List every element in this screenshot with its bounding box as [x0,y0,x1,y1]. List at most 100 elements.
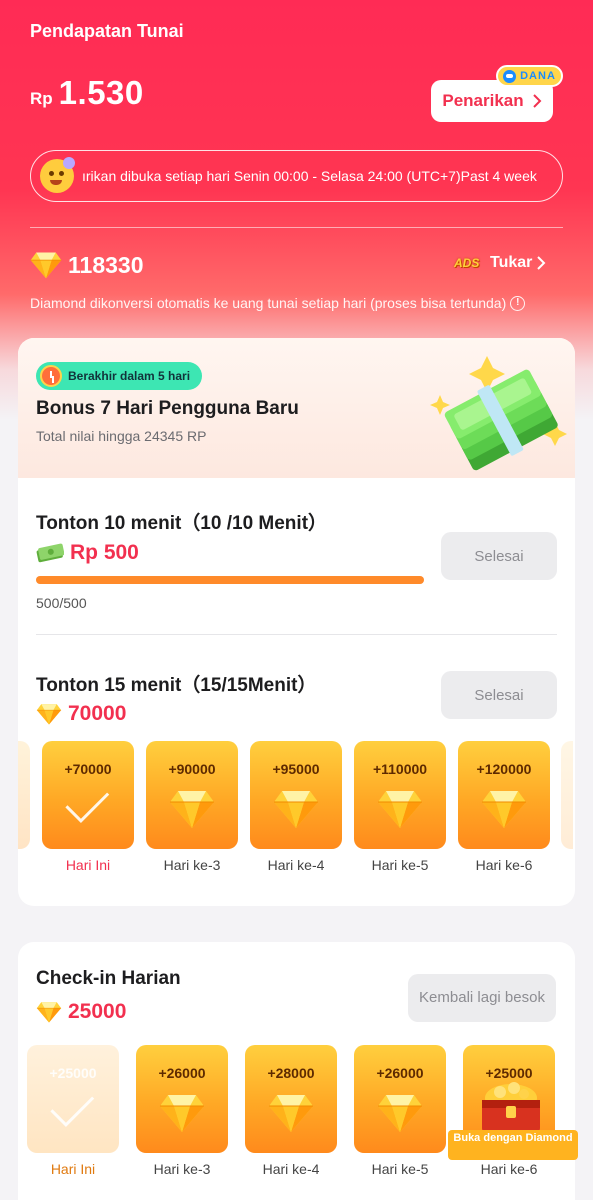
day-reward-value: +26000 [376,1065,424,1081]
task-watch-15-reward: 70000 [36,702,126,726]
withdraw-schedule-notice: ırikan dibuka setiap hari Senin 00:00 - … [30,150,563,202]
day-reward-value: +28000 [267,1065,315,1081]
daily-checkin-card: Check-in Harian 25000 Kembali lagi besok… [18,942,575,1200]
previous-day-tile [18,741,30,849]
day-tile: +90000 [146,741,238,849]
open-with-diamond-badge[interactable]: Buka dengan Diamond [448,1130,578,1160]
info-icon[interactable]: ! [510,295,526,311]
task-watch-10-done-button[interactable]: Selesai [441,532,557,580]
day-tile: +25000 [27,1045,119,1153]
diamond-icon [377,789,423,829]
checkin-title: Check-in Harian [36,968,181,989]
day-item[interactable]: +28000 Hari ke-4 [245,1045,337,1177]
day-reward-value: +110000 [372,761,428,777]
day-reward-value: +25000 [49,1065,97,1081]
balance-amount: 1.530 [58,74,144,111]
day-label: Hari Ini [50,1161,96,1177]
task-progress-bar [36,576,424,584]
day-item[interactable]: +90000 Hari ke-3 [146,741,238,873]
day-label: Hari ke-6 [480,1161,538,1177]
day-item[interactable]: +120000 Hari ke-6 [458,741,550,873]
clock-icon [40,365,62,387]
diamond-icon [273,789,319,829]
day-label: Hari ke-5 [371,857,429,873]
day-label: Hari ke-3 [153,1161,211,1177]
day-item[interactable]: +70000 Hari Ini [42,741,134,873]
bonus-subtitle: Total nilai hingga 24345 RP [36,428,207,444]
come-back-tomorrow-button[interactable]: Kembali lagi besok [408,974,556,1022]
day-reward-value: +90000 [168,761,216,777]
bonus-title: Bonus 7 Hari Pengguna Baru [36,398,299,419]
diamond-icon [159,1093,205,1133]
chevron-right-icon [537,256,546,270]
day-tile: +120000 [458,741,550,849]
diamond-icon [377,1093,423,1133]
checkin-reward: 25000 [36,1000,126,1024]
task-watch-10-title: Tonton 10 menit（10 /10 Menit） [36,513,328,534]
day-reward-value: +26000 [158,1065,206,1081]
treasure-chest-icon[interactable] [476,1078,546,1136]
next-day-tile [561,741,573,849]
page-title: Pendapatan Tunai [30,21,184,41]
task-progress-text: 500/500 [36,595,87,611]
check-icon [65,779,110,823]
dana-logo-icon [503,69,517,83]
task-watch-15-day-list: +70000 Hari Ini +90000 Hari ke-3 +95000 Hari … [42,741,550,873]
ends-in-text: Berakhir dalam 5 hari [68,369,191,383]
withdraw-label: Penarikan [442,91,524,110]
day-tile: +110000 [354,741,446,849]
money-stack-icon [430,356,567,471]
conversion-note: Diamond dikonversi otomatis ke uang tuna… [30,295,526,311]
day-tile: +26000 [354,1045,446,1153]
diamond-count: 118330 [68,251,144,278]
cash-balance: Rp 1.530 [30,74,144,112]
diamond-icon [36,703,62,725]
task-watch-15-title: Tonton 15 menit（15/15Menit） [36,675,317,696]
day-reward-value: +120000 [476,761,532,777]
day-label: Hari Ini [65,857,111,873]
exchange-button[interactable]: ADS Tukar [454,252,546,274]
new-user-bonus-card: Berakhir dalam 5 hari Bonus 7 Hari Pengg… [18,338,575,906]
notice-text: ırikan dibuka setiap hari Senin 00:00 - … [82,168,537,184]
day-item[interactable]: +95000 Hari ke-4 [250,741,342,873]
cash-icon [36,543,64,563]
currency-label: Rp [30,89,53,108]
reward-amount: 25000 [68,1000,127,1023]
dana-badge: DANA [496,65,563,87]
task-watch-15-done-button[interactable]: Selesai [441,671,557,719]
chevron-right-icon [532,94,542,108]
diamond-icon [169,789,215,829]
day-item[interactable]: +25000 Hari Ini [27,1045,119,1177]
diamond-icon [481,789,527,829]
diamond-balance: 118330 [30,251,143,279]
day-reward-value: +95000 [272,761,320,777]
reward-amount: Rp 500 [70,541,139,564]
day-label: Hari ke-4 [267,857,325,873]
day-tile: +28000 [245,1045,337,1153]
day-tile: +70000 [42,741,134,849]
day-label: Hari ke-6 [475,857,533,873]
day-reward-value: +70000 [64,761,112,777]
reward-amount: 70000 [68,702,127,725]
divider [30,227,563,228]
exchange-label: Tukar [490,254,533,271]
day-item[interactable]: +26000 Hari ke-3 [136,1045,228,1177]
divider [36,634,557,635]
day-label: Hari ke-5 [371,1161,429,1177]
ads-logo-icon: ADS [454,256,480,270]
dana-label: DANA [520,70,556,82]
task-progress-fill [36,576,424,584]
day-item[interactable]: +26000 Hari ke-5 [354,1045,446,1177]
ends-in-badge: Berakhir dalam 5 hari [36,362,203,390]
conversion-note-text: Diamond dikonversi otomatis ke uang tuna… [30,295,507,311]
diamond-icon [36,1001,62,1023]
day-label: Hari ke-4 [262,1161,320,1177]
day-tile: +95000 [250,741,342,849]
day-item[interactable]: +110000 Hari ke-5 [354,741,446,873]
check-icon [50,1083,95,1127]
day-label: Hari ke-3 [163,857,221,873]
diamond-icon [268,1093,314,1133]
diamond-icon [30,251,62,279]
day-tile: +26000 [136,1045,228,1153]
bonus-header: Berakhir dalam 5 hari Bonus 7 Hari Pengg… [18,338,575,478]
